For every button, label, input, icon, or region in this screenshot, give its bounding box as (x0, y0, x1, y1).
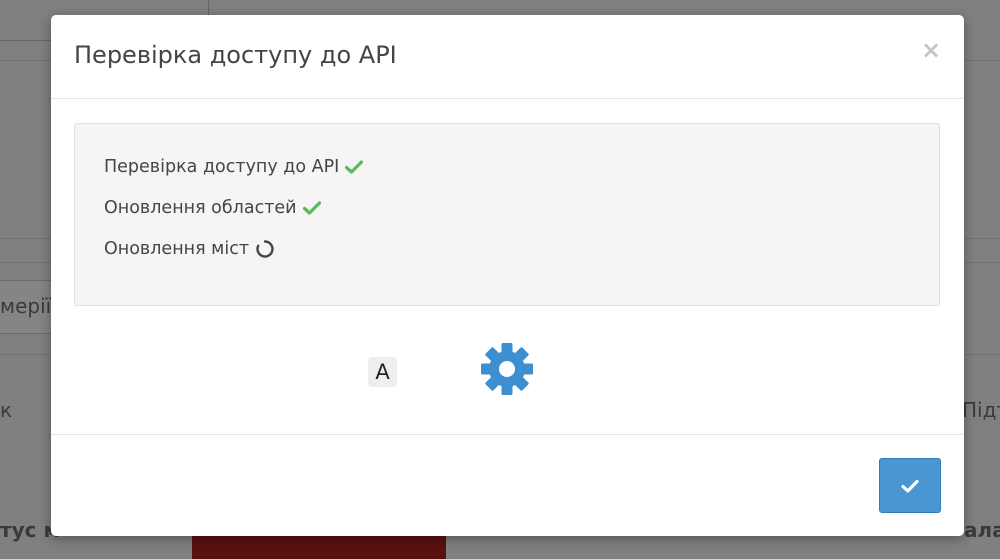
status-item: Оновлення міст (104, 237, 275, 261)
modal-header: Перевірка доступу до API × (51, 15, 964, 99)
modal-body: Перевірка доступу до API Оновлення облас… (51, 99, 964, 434)
status-item-label: Перевірка доступу до API (104, 157, 340, 177)
background-text: Підт (962, 398, 1000, 422)
modal-title: Перевірка доступу до API (74, 41, 397, 69)
status-item: Перевірка доступу до API (104, 155, 364, 179)
status-item: Оновлення областей (104, 196, 321, 220)
status-panel: Перевірка доступу до API Оновлення облас… (74, 123, 940, 306)
background-divider (0, 40, 51, 41)
check-icon (345, 160, 364, 174)
check-icon (302, 201, 321, 215)
background-text: к (0, 398, 13, 422)
background-text: ала (964, 518, 1000, 542)
close-button[interactable]: × (920, 37, 942, 63)
spinner-icon (256, 240, 274, 258)
modal-footer (51, 434, 964, 536)
confirm-button[interactable] (879, 458, 941, 513)
status-item-label: Оновлення областей (104, 198, 297, 218)
font-badge: A (368, 357, 397, 387)
check-icon (901, 479, 919, 493)
background-red-button (192, 532, 446, 559)
status-item-label: Оновлення міст (104, 239, 250, 259)
api-check-modal: Перевірка доступу до API × Перевірка дос… (51, 15, 964, 536)
gear-icon (481, 343, 533, 395)
